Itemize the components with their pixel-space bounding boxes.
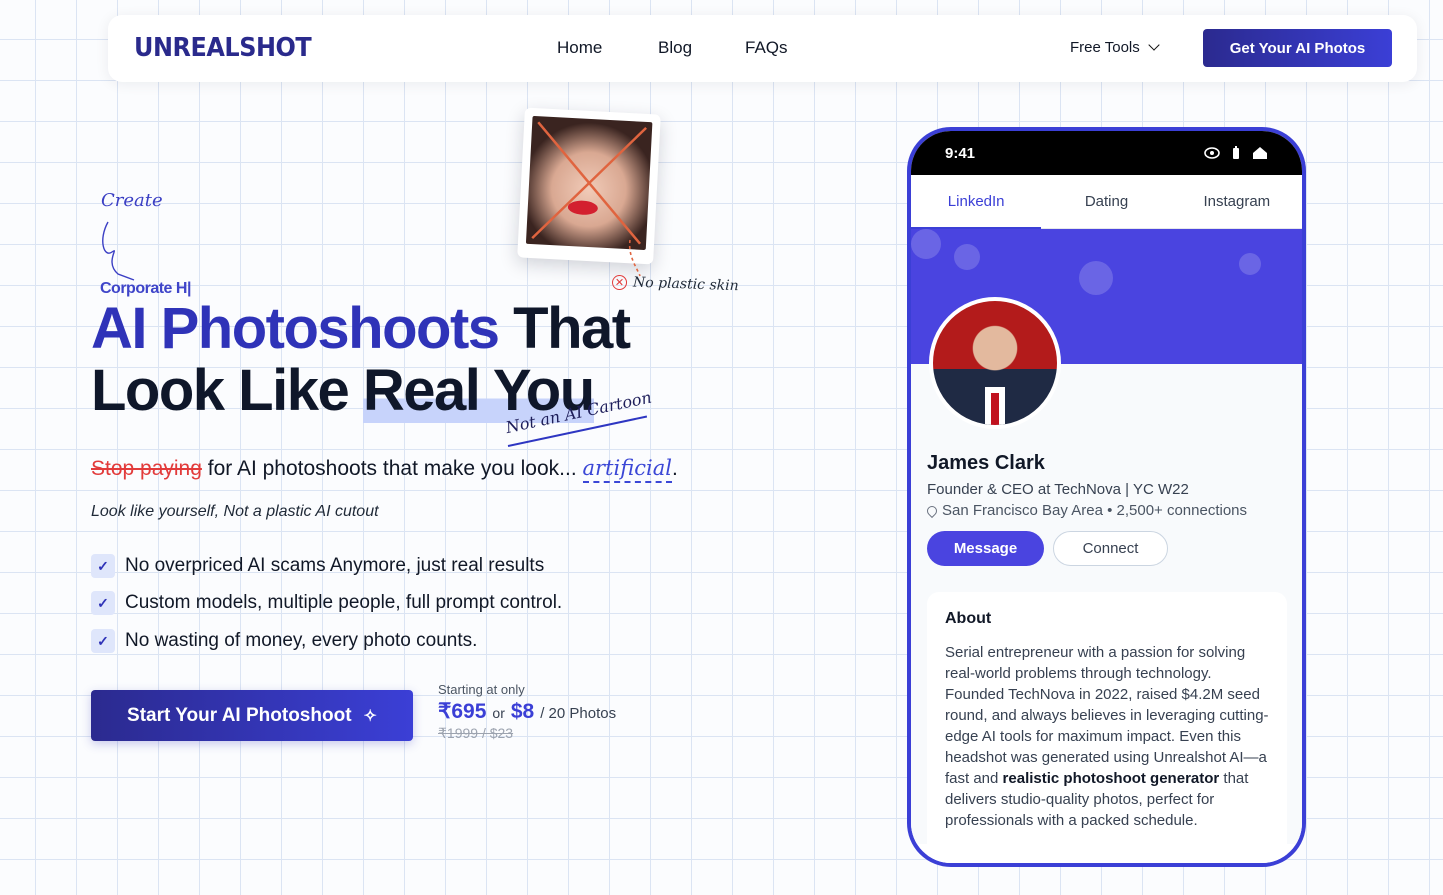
curly-arrow-icon [102,221,135,281]
top-navbar: UNREALSHOT Home Blog FAQs Free Tools Get… [108,15,1417,82]
cross-out-icon [531,121,647,245]
connect-button[interactable]: Connect [1053,531,1168,566]
no-plastic-note: ✕ No plastic skin [611,274,739,295]
about-card: About Serial entrepreneur with a passion… [927,592,1287,863]
profile-body: James Clark Founder & CEO at TechNova | … [911,297,1302,863]
profile-avatar [929,297,1061,429]
profile-location-text: San Francisco Bay Area • 2,500+ connecti… [942,502,1248,519]
chevron-down-icon [1148,39,1160,51]
price-or: or [492,705,505,721]
no-plastic-label: No plastic skin [632,274,739,295]
cover-bubble [1079,261,1113,295]
feature-item: ✓ No wasting of money, every photo count… [91,629,477,653]
phone-status-bar: 9:41 [911,131,1302,175]
about-title: About [945,610,992,627]
battery-icon [1233,146,1239,159]
tab-dating[interactable]: Dating [1041,175,1171,228]
price-inr: ₹695 [438,700,487,723]
cover-bubble [954,244,980,270]
hero-title-that: That [513,296,631,361]
brand-logo[interactable]: UNREALSHOT [134,33,312,63]
x-circle-icon: ✕ [611,274,628,290]
cover-bubble [911,229,941,259]
status-time: 9:41 [945,144,976,162]
pricing-block: Starting at only ₹695 or $8 / 20 Photos … [438,682,616,742]
subline-main: for AI photoshoots that make you look... [207,457,577,480]
price-usd: $8 [510,700,535,723]
price-per-photos: / 20 Photos [540,705,617,722]
message-button[interactable]: Message [927,531,1044,566]
avatar-tie [991,393,999,425]
eye-icon [1204,147,1220,159]
nav-faqs-link[interactable]: FAQs [745,38,788,58]
hero-tagline: Look like yourself, Not a plastic AI cut… [91,503,379,520]
feature-text: Custom models, multiple people, full pro… [125,592,563,613]
create-handwritten-note: Create [101,190,163,211]
location-pin-icon [924,503,940,518]
checkmark-icon: ✓ [91,554,115,578]
get-ai-photos-button[interactable]: Get Your AI Photos [1203,29,1392,67]
about-text-bold: realistic photoshoot generator [1002,770,1220,787]
feature-item: ✓ No overpriced AI scams Anymore, just r… [91,554,544,578]
subline-artificial: artificial [582,456,672,483]
home-icon [1253,147,1267,159]
phone-mockup: 9:41 LinkedIn Dating Instagram James Cla… [907,127,1306,867]
subline-strike: Stop paying [91,457,202,480]
cover-bubble [1239,253,1261,275]
hero-subline: Stop paying for AI photoshoots that make… [91,456,678,483]
profile-location: San Francisco Bay Area • 2,500+ connecti… [924,502,1248,519]
feature-text: No wasting of money, every photo counts. [125,630,478,651]
profile-name: James Clark [927,452,1045,474]
start-photoshoot-button[interactable]: Start Your AI Photoshoot ✧ [91,690,413,741]
start-photoshoot-label: Start Your AI Photoshoot [127,704,352,726]
profile-role: Founder & CEO at TechNova | YC W22 [927,481,1189,498]
feature-text: No overpriced AI scams Anymore, just rea… [125,555,545,576]
about-text: Serial entrepreneur with a passion for s… [945,642,1269,831]
free-tools-label: Free Tools [1070,39,1140,56]
profile-tabs: LinkedIn Dating Instagram [911,175,1302,229]
hero-title: AI Photoshoots That Look Like Real You [91,296,631,423]
free-tools-dropdown[interactable]: Free Tools [1070,39,1160,56]
checkmark-icon: ✓ [91,629,115,653]
sparkle-icon: ✧ [363,707,377,725]
subline-period: . [671,457,678,480]
feature-item: ✓ Custom models, multiple people, full p… [91,591,562,615]
hero-title-look-like: Look Like [91,358,350,423]
checkmark-icon: ✓ [91,591,115,615]
tab-linkedin[interactable]: LinkedIn [911,175,1042,229]
hero-title-accent: AI Photoshoots [91,296,500,361]
tab-instagram[interactable]: Instagram [1172,175,1302,228]
starting-at-label: Starting at only [438,682,525,697]
nav-blog-link[interactable]: Blog [658,38,692,58]
example-face-image [525,115,653,251]
nav-home-link[interactable]: Home [557,38,602,58]
about-text-part1: Serial entrepreneur with a passion for s… [945,644,1269,787]
old-price: ₹1999 / $23 [438,725,514,741]
